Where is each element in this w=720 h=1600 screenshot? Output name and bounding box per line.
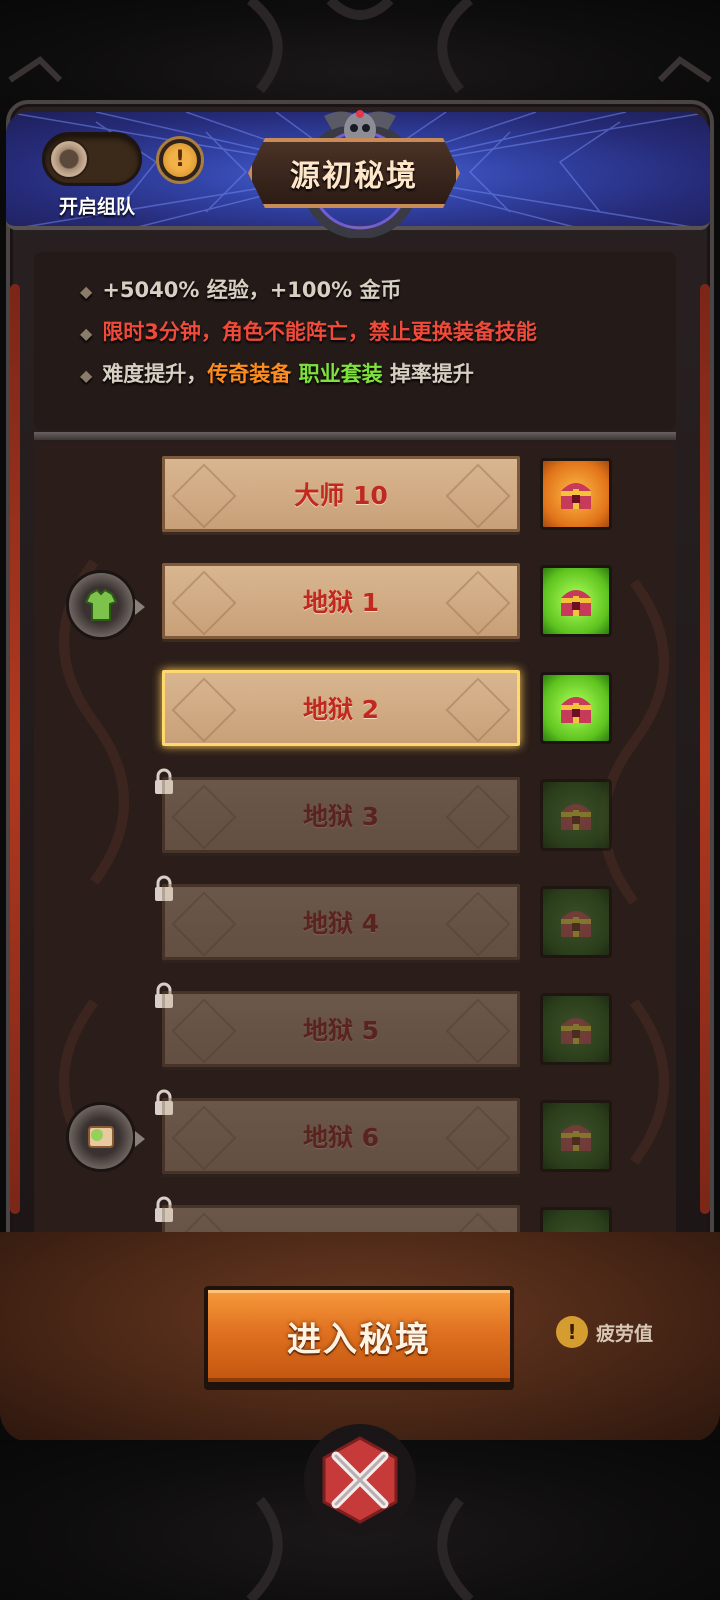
info-line-rewards: ◆ +5040% 经验，+100% 金币 (80, 274, 402, 304)
level-button-next[interactable] (162, 1205, 520, 1232)
treasure-chest-icon (561, 1018, 591, 1044)
chest-reward-button[interactable] (540, 672, 612, 744)
reward-badge[interactable] (66, 570, 145, 640)
chest-reward-button[interactable] (540, 886, 612, 958)
treasure-chest-icon (561, 697, 591, 723)
legendary-equipment-text: 传奇装备 (207, 362, 292, 386)
chest-reward-button[interactable] (540, 565, 612, 637)
treasure-chest-icon (561, 1125, 591, 1151)
level-label: 地狱 4 (302, 909, 380, 938)
level-label: 地狱 1 (302, 588, 380, 617)
toggle-knob (49, 139, 89, 179)
info-button[interactable]: ! (156, 136, 204, 184)
level-list[interactable]: 大师 10 地狱 1 地狱 2 地狱 3 地狱 4 地狱 5 地狱 6 (34, 442, 676, 1232)
page-title: 源初秘境 (290, 159, 418, 194)
chest-reward-button[interactable] (540, 1100, 612, 1172)
diamond-bullet-icon: ◆ (80, 324, 93, 343)
diamond-bullet-icon: ◆ (80, 282, 93, 301)
level-label: 地狱 3 (302, 802, 380, 831)
level-button-hell-4[interactable]: 地狱 4 (162, 884, 520, 960)
drops-prefix: 难度提升， (102, 362, 208, 386)
team-toggle-label: 开启组队 (58, 196, 135, 218)
panel-edge-left (10, 284, 20, 1214)
panel-edge-right (700, 284, 710, 1214)
rules-text: 限时3分钟，角色不能阵亡，禁止更换装备技能 (102, 320, 537, 344)
level-label: 地狱 5 (302, 1016, 380, 1045)
crossed-swords-close-icon[interactable] (300, 1420, 420, 1540)
chest-reward-button[interactable] (540, 458, 612, 530)
level-button-hell-3[interactable]: 地狱 3 (162, 777, 520, 853)
team-toggle[interactable] (42, 132, 142, 186)
level-label: 大师 10 (294, 481, 388, 510)
level-button-hell-5[interactable]: 地狱 5 (162, 991, 520, 1067)
fatigue-label: 疲劳值 (596, 1322, 654, 1345)
info-line-drops: ◆ 难度提升，传奇装备 职业套装 掉率提升 (80, 358, 474, 388)
title-plate: 源初秘境 (248, 138, 460, 208)
armor-shirt-icon (84, 588, 118, 621)
treasure-chest-icon (561, 590, 591, 616)
chest-reward-button[interactable] (540, 993, 612, 1065)
info-line-rules: ◆ 限时3分钟，角色不能阵亡，禁止更换装备技能 (80, 316, 537, 346)
treasure-chest-icon (561, 804, 591, 830)
chest-reward-button[interactable] (540, 1207, 612, 1232)
exclamation-icon: ! (163, 143, 197, 177)
enter-button-label: 进入秘境 (287, 1319, 431, 1360)
level-button-hell-2[interactable]: 地狱 2 (162, 670, 520, 746)
level-button-master-10[interactable]: 大师 10 (162, 456, 520, 532)
level-label: 地狱 2 (302, 695, 380, 724)
scroll-icon (88, 1126, 114, 1148)
diamond-bullet-icon: ◆ (80, 366, 93, 385)
chest-reward-button[interactable] (540, 779, 612, 851)
level-label: 地狱 6 (302, 1123, 380, 1152)
drops-suffix: 掉率提升 (389, 362, 474, 386)
enter-secret-realm-button[interactable]: 进入秘境 (204, 1286, 514, 1386)
treasure-chest-icon (561, 483, 591, 509)
reward-badge[interactable] (66, 1102, 145, 1172)
level-button-hell-1[interactable]: 地狱 1 (162, 563, 520, 639)
exclamation-icon: ! (556, 1316, 588, 1348)
divider (34, 432, 676, 440)
rewards-text: +5040% 经验，+100% 金币 (102, 278, 402, 302)
class-set-text: 职业套装 (298, 362, 383, 386)
level-button-hell-6[interactable]: 地狱 6 (162, 1098, 520, 1174)
treasure-chest-icon (561, 911, 591, 937)
fatigue-info[interactable]: ! 疲劳值 (556, 1316, 653, 1348)
